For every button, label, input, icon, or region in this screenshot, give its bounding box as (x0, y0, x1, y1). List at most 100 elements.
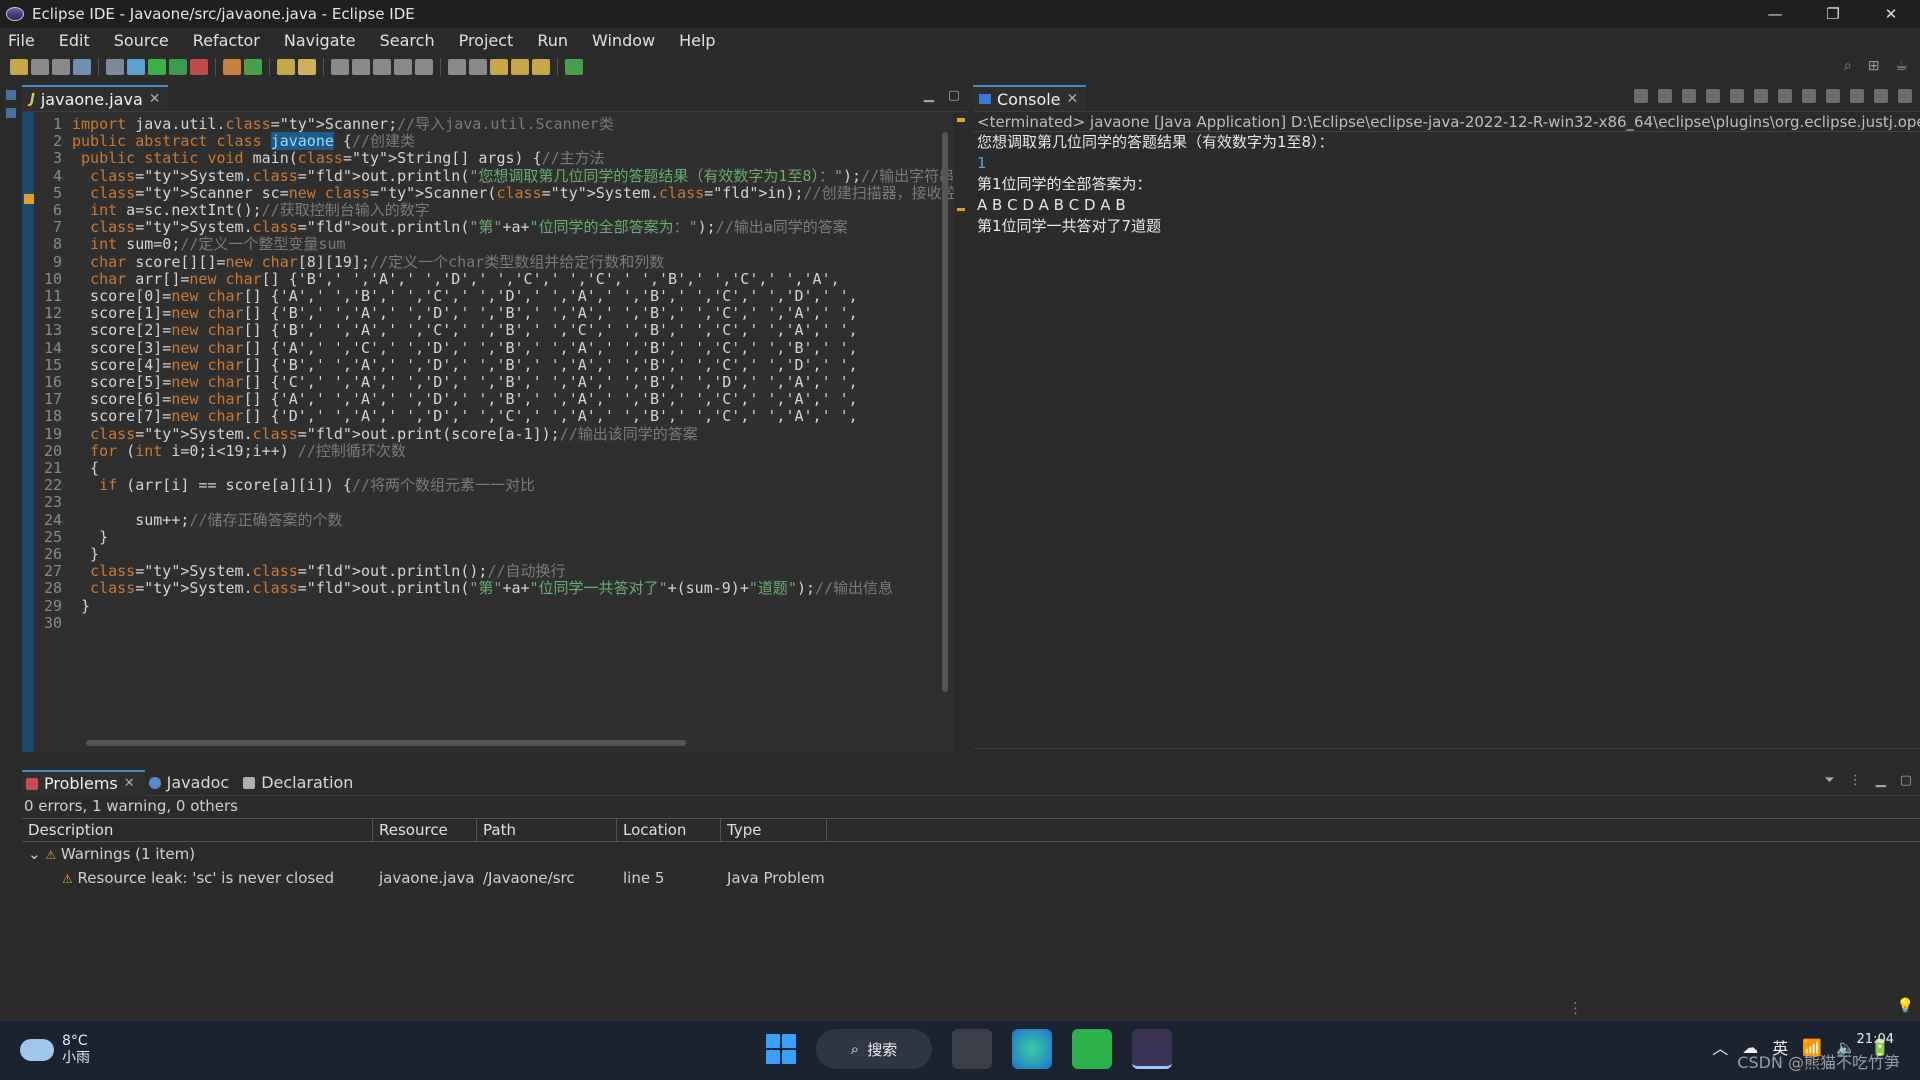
editor-horizontal-scrollbar[interactable] (86, 740, 686, 746)
open-console-icon[interactable] (1850, 89, 1864, 103)
chevron-up-icon[interactable]: ︿ (1712, 1035, 1728, 1059)
scroll-lock-icon[interactable] (1706, 89, 1720, 103)
block-select-icon[interactable] (373, 59, 391, 75)
search-icon[interactable]: ⌕ (1844, 58, 1852, 74)
menu-navigate[interactable]: Navigate (272, 31, 368, 50)
open-perspective-icon[interactable]: ⊞ (1868, 58, 1880, 74)
csdn-watermark: CSDN @熊猫不吃竹笋 (1737, 1053, 1900, 1072)
tab-console[interactable]: Console ✕ (973, 85, 1087, 111)
table-row[interactable]: ⚠ Resource leak: 'sc' is never closed ja… (22, 866, 1920, 890)
menu-window[interactable]: Window (580, 31, 667, 50)
column-type[interactable]: Type (721, 819, 827, 841)
close-button[interactable]: ✕ (1862, 0, 1920, 28)
save-icon[interactable] (31, 59, 49, 75)
show-stderr-icon[interactable] (1778, 89, 1792, 103)
skip-breakpoints-icon[interactable] (106, 59, 124, 75)
menu-search[interactable]: Search (368, 31, 447, 50)
java-perspective-icon[interactable]: ☕ (1895, 58, 1908, 74)
open-type-icon[interactable] (277, 59, 295, 75)
word-wrap-icon[interactable] (1730, 89, 1744, 103)
code-line[interactable]: 30 (34, 613, 954, 634)
menu-file[interactable]: File (0, 31, 47, 50)
column-description[interactable]: Description (22, 819, 373, 841)
back-icon[interactable] (511, 59, 529, 75)
wechat-icon[interactable] (1072, 1029, 1112, 1069)
save-all-icon[interactable] (52, 59, 70, 75)
new-class-icon[interactable] (244, 59, 262, 75)
package-explorer-icon[interactable] (6, 108, 16, 118)
remove-launch-icon[interactable] (1658, 89, 1672, 103)
weather-widget[interactable]: 8°C 小雨 (20, 1033, 90, 1067)
remove-all-icon[interactable] (1682, 89, 1696, 103)
run-icon[interactable] (148, 59, 166, 75)
eclipse-taskbar-icon[interactable] (1132, 1029, 1172, 1069)
console-output[interactable]: 您想调取第几位同学的答题结果（有效数字为1至8）： 1 第1位同学的全部答案为：… (973, 132, 1908, 742)
system-clock[interactable]: 21:04 (1857, 1031, 1894, 1049)
last-edit-icon[interactable] (490, 59, 508, 75)
menu-refactor[interactable]: Refactor (181, 31, 272, 50)
warnings-group-row[interactable]: ⌄ ⚠ Warnings (1 item) (22, 842, 1920, 866)
start-button[interactable] (766, 1034, 796, 1064)
taskbar-search[interactable]: ⌕ 搜索 (816, 1029, 932, 1069)
warning-marker-icon[interactable] (24, 194, 34, 204)
window-title: Eclipse IDE - Javaone/src/javaone.java -… (32, 5, 415, 23)
menu-run[interactable]: Run (525, 31, 580, 50)
new-icon[interactable] (10, 59, 28, 75)
display-console-icon[interactable] (1826, 89, 1840, 103)
maximize-icon[interactable]: ▢ (948, 88, 960, 103)
view-menu-icon[interactable]: ⋮ (1849, 773, 1862, 788)
pin-console-icon[interactable] (1802, 89, 1816, 103)
editor-vertical-scrollbar[interactable] (942, 132, 948, 692)
menu-source[interactable]: Source (102, 31, 181, 50)
close-tab-icon[interactable]: ✕ (1067, 91, 1079, 107)
new-java-project-icon[interactable] (223, 59, 241, 75)
column-path[interactable]: Path (477, 819, 617, 841)
column-location[interactable]: Location (617, 819, 721, 841)
maximize-icon[interactable] (1898, 89, 1912, 103)
menu-help[interactable]: Help (667, 31, 727, 50)
forward-icon[interactable] (532, 59, 550, 75)
minimize-icon[interactable]: ▁ (924, 88, 934, 103)
prev-annotation-icon[interactable] (469, 59, 487, 75)
show-stdout-icon[interactable] (1754, 89, 1768, 103)
overview-marker[interactable] (957, 208, 965, 211)
close-tab-icon[interactable]: ✕ (149, 91, 161, 107)
minimize-button[interactable]: — (1746, 0, 1804, 28)
pen-icon[interactable] (352, 59, 370, 75)
chevron-down-icon[interactable]: ⌄ (28, 845, 41, 863)
minimize-icon[interactable] (1874, 89, 1888, 103)
terminate-icon[interactable] (1634, 89, 1648, 103)
close-tab-icon[interactable]: ✕ (124, 776, 135, 791)
tab-javadoc[interactable]: Javadoc (145, 770, 240, 796)
external-tools-icon[interactable] (190, 59, 208, 75)
restore-button[interactable]: ❐ (1804, 0, 1862, 28)
overview-marker[interactable] (957, 118, 965, 122)
tip-bulb-icon[interactable]: 💡 (1897, 998, 1914, 1014)
annotation-icon[interactable] (331, 59, 349, 75)
pin-editor-icon[interactable] (565, 59, 583, 75)
minimize-icon[interactable]: ▁ (1876, 773, 1886, 788)
menu-project[interactable]: Project (447, 31, 526, 50)
code-editor[interactable]: 1 import java.util.class="ty">Scanner;//导… (22, 112, 968, 752)
whitespace-icon[interactable] (394, 59, 412, 75)
tab-javaone-java[interactable]: J javaone.java ✕ (22, 85, 169, 111)
restore-view-icon[interactable] (6, 90, 16, 100)
column-resource[interactable]: Resource (373, 819, 477, 841)
console-vertical-scrollbar[interactable] (1908, 134, 1918, 734)
console-horizontal-scrollbar[interactable] (973, 748, 1920, 762)
filter-icon[interactable]: ⏷ (1824, 773, 1834, 788)
debug-icon[interactable] (127, 59, 145, 75)
task-view-icon[interactable] (952, 1029, 992, 1069)
status-bar: ⋮ 💡 (0, 996, 1920, 1020)
maximize-icon[interactable]: ▢ (1900, 773, 1912, 788)
tab-problems[interactable]: Problems ✕ (22, 769, 145, 796)
pilcrow-icon[interactable] (415, 59, 433, 75)
edge-browser-icon[interactable] (1012, 1029, 1052, 1069)
next-annotation-icon[interactable] (448, 59, 466, 75)
menu-edit[interactable]: Edit (47, 31, 102, 50)
tab-declaration[interactable]: Declaration (239, 770, 363, 796)
taskbar-apps: ⌕ 搜索 (766, 1029, 1172, 1069)
coverage-icon[interactable] (169, 59, 187, 75)
search-tool-icon[interactable] (298, 59, 316, 75)
terminal-icon[interactable] (73, 59, 91, 75)
